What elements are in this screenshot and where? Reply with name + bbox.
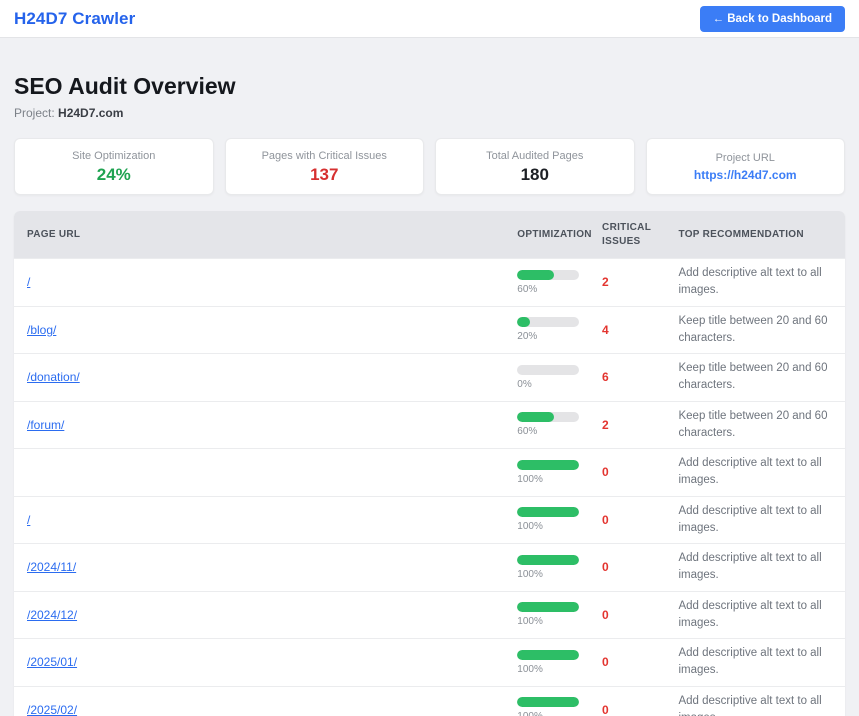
critical-issues-count: 6 [602, 370, 609, 384]
table-row: 100% 0 Add descriptive alt text to all i… [14, 449, 845, 497]
optimization-percent: 100% [517, 616, 576, 627]
top-recommendation: Keep title between 20 and 60 characters. [678, 408, 832, 443]
optimization-bar-fill [517, 555, 579, 565]
critical-issues-count: 0 [602, 560, 609, 574]
page-url-link[interactable]: /donation/ [27, 370, 80, 384]
critical-issues-value: 137 [310, 166, 338, 183]
optimization-bar [517, 270, 579, 280]
card-label: Total Audited Pages [486, 150, 583, 162]
audit-table-header: Page URL Optimization Critical Issues To… [14, 211, 845, 259]
optimization-bar-fill [517, 650, 579, 660]
optimization-bar-fill [517, 507, 579, 517]
optimization-bar [517, 412, 579, 422]
audit-table-body: / 60% 2 Add descriptive alt text to all … [14, 259, 845, 716]
critical-issues-count: 0 [602, 465, 609, 479]
table-row: /2024/12/ 100% 0 Add descriptive alt tex… [14, 591, 845, 639]
project-url-link[interactable]: https://h24d7.com [694, 168, 797, 182]
critical-issues-count: 0 [602, 655, 609, 669]
table-row: /2025/01/ 100% 0 Add descriptive alt tex… [14, 639, 845, 687]
critical-issues-count: 0 [602, 513, 609, 527]
optimization-bar [517, 460, 579, 470]
top-recommendation: Add descriptive alt text to all images. [678, 503, 832, 538]
table-row: /donation/ 0% 6 Keep title between 20 an… [14, 354, 845, 402]
page-url-link[interactable]: /2024/11/ [27, 560, 76, 574]
main-content: SEO Audit Overview Project: H24D7.com Si… [0, 38, 859, 716]
page-url-link[interactable]: / [27, 513, 30, 527]
table-row: /2024/11/ 100% 0 Add descriptive alt tex… [14, 544, 845, 592]
card-label: Project URL [716, 152, 775, 164]
optimization-bar-fill [517, 460, 579, 470]
project-label: Project: [14, 106, 55, 120]
optimization-bar-fill [517, 697, 579, 707]
optimization-bar-fill [517, 602, 579, 612]
column-header-critical-issues: Critical Issues [589, 211, 665, 259]
top-recommendation: Add descriptive alt text to all images. [678, 455, 832, 490]
optimization-percent: 60% [517, 426, 576, 437]
project-name: H24D7.com [58, 106, 123, 120]
card-site-optimization: Site Optimization 24% [14, 138, 214, 195]
optimization-bar-fill [517, 317, 529, 327]
page-url-link[interactable]: / [27, 275, 30, 289]
optimization-bar [517, 507, 579, 517]
optimization-bar [517, 555, 579, 565]
table-row: / 60% 2 Add descriptive alt text to all … [14, 259, 845, 307]
optimization-bar [517, 365, 579, 375]
top-recommendation: Keep title between 20 and 60 characters. [678, 360, 832, 395]
top-recommendation: Add descriptive alt text to all images. [678, 645, 832, 680]
card-label: Pages with Critical Issues [262, 150, 387, 162]
optimization-bar [517, 317, 579, 327]
site-optimization-value: 24% [97, 166, 131, 183]
optimization-percent: 100% [517, 569, 576, 580]
critical-issues-count: 0 [602, 703, 609, 716]
optimization-percent: 100% [517, 521, 576, 532]
page-title: SEO Audit Overview [14, 73, 845, 100]
top-recommendation: Add descriptive alt text to all images. [678, 598, 832, 633]
card-critical-issues: Pages with Critical Issues 137 [225, 138, 425, 195]
top-recommendation: Add descriptive alt text to all images. [678, 693, 832, 716]
summary-cards: Site Optimization 24% Pages with Critica… [14, 138, 845, 195]
project-line: Project: H24D7.com [14, 106, 845, 120]
critical-issues-count: 2 [602, 275, 609, 289]
optimization-percent: 100% [517, 711, 576, 716]
top-recommendation: Keep title between 20 and 60 characters. [678, 313, 832, 348]
critical-issues-count: 0 [602, 608, 609, 622]
page-url-link[interactable]: /2025/01/ [27, 655, 77, 669]
optimization-percent: 60% [517, 284, 576, 295]
column-header-optimization: Optimization [504, 211, 589, 259]
total-pages-value: 180 [521, 166, 549, 183]
back-to-dashboard-button[interactable]: ← Back to Dashboard [700, 6, 846, 32]
page-url-link[interactable]: /blog/ [27, 323, 56, 337]
optimization-bar-fill [517, 412, 554, 422]
optimization-percent: 0% [517, 379, 576, 390]
optimization-bar [517, 697, 579, 707]
page-url-link[interactable]: /forum/ [27, 418, 64, 432]
top-recommendation: Add descriptive alt text to all images. [678, 265, 832, 300]
optimization-bar [517, 650, 579, 660]
critical-issues-count: 2 [602, 418, 609, 432]
critical-issues-count: 4 [602, 323, 609, 337]
optimization-bar-fill [517, 270, 554, 280]
optimization-percent: 100% [517, 474, 576, 485]
optimization-bar [517, 602, 579, 612]
table-row: /forum/ 60% 2 Keep title between 20 and … [14, 401, 845, 449]
table-row: /blog/ 20% 4 Keep title between 20 and 6… [14, 306, 845, 354]
table-row: /2025/02/ 100% 0 Add descriptive alt tex… [14, 686, 845, 716]
card-total-pages: Total Audited Pages 180 [435, 138, 635, 195]
column-header-page-url: Page URL [14, 211, 504, 259]
top-recommendation: Add descriptive alt text to all images. [678, 550, 832, 585]
audit-table: Page URL Optimization Critical Issues To… [14, 211, 845, 716]
optimization-percent: 100% [517, 664, 576, 675]
page-url-link[interactable]: /2024/12/ [27, 608, 77, 622]
card-label: Site Optimization [72, 150, 155, 162]
top-bar: H24D7 Crawler ← Back to Dashboard [0, 0, 859, 38]
card-project-url: Project URL https://h24d7.com [646, 138, 846, 195]
optimization-percent: 20% [517, 331, 576, 342]
app-brand: H24D7 Crawler [14, 9, 135, 29]
page-url-link[interactable]: /2025/02/ [27, 703, 77, 716]
table-row: / 100% 0 Add descriptive alt text to all… [14, 496, 845, 544]
column-header-top-recommendation: Top Recommendation [665, 211, 845, 259]
